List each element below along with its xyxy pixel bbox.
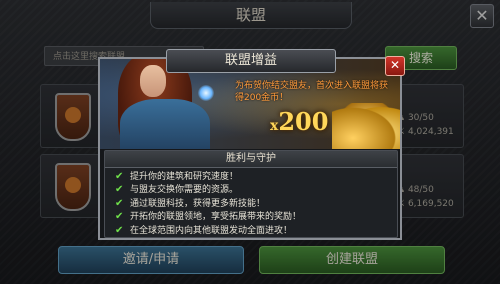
gold-coins-icon	[332, 103, 400, 149]
check-icon: ✔	[115, 184, 124, 196]
magic-orb-icon	[198, 85, 214, 101]
benefit-item: ✔ 在全球范围内向其他联盟发动全面进攻！	[115, 224, 293, 236]
check-icon: ✔	[115, 224, 124, 236]
dialog-close-button[interactable]: ✕	[385, 56, 405, 76]
close-icon: ✕	[389, 58, 401, 72]
first-join-reward-text: 为布贺你结交盟友，首次进入联盟将获得200金币！	[235, 81, 389, 103]
benefits-list: ✔ 提升你的建筑和研究速度！ ✔ 与盟友交换你需要的资源。 ✔ 通过联盟科技，获得更多…	[115, 170, 301, 237]
heroine-cloak	[120, 99, 210, 149]
check-icon: ✔	[115, 171, 124, 182]
benefit-item: ✔ 与盟友交换你需要的资源。	[115, 184, 239, 196]
dialog-title: 联盟增益	[166, 49, 336, 73]
benefit-item: ✔ 通过联盟科技，获得更多新技能！	[115, 197, 266, 209]
benefits-title: 胜利与守护	[105, 151, 397, 168]
benefits-panel: 胜利与守护 ✔ 提升你的建筑和研究速度！ ✔ 与盟友交换你需要的资源。 ✔ 通过联盟科…	[104, 150, 398, 238]
check-icon: ✔	[115, 211, 124, 223]
reward-amount: x200	[270, 107, 329, 136]
benefit-item: ✔ 提升你的建筑和研究速度！	[115, 171, 239, 182]
check-icon: ✔	[115, 197, 124, 209]
heroine-face	[140, 65, 166, 97]
benefit-item: ✔ 开拓你的联盟领地，享受拓展带来的奖励！	[115, 211, 302, 223]
